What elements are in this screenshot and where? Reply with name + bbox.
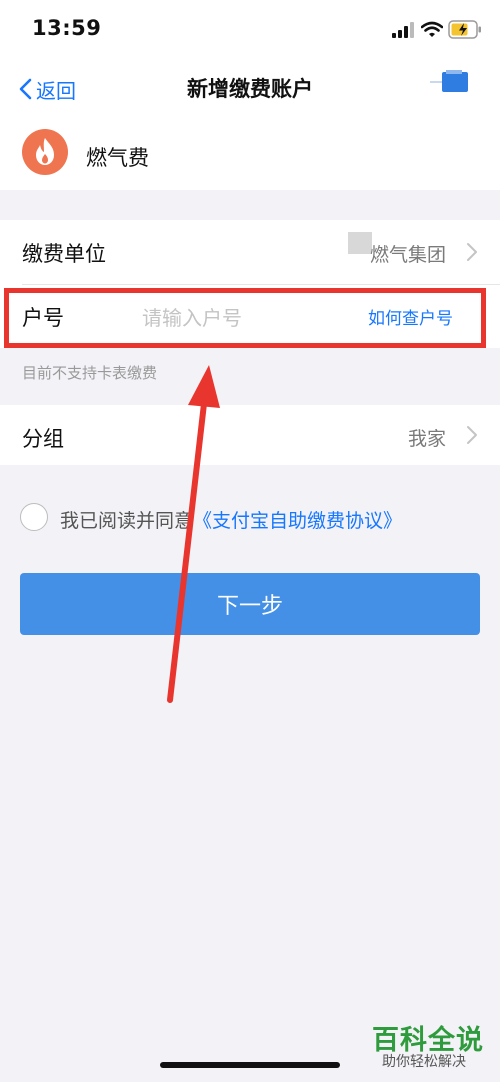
card-meter-hint: 目前不支持卡表缴费 xyxy=(22,364,158,382)
chevron-right-icon xyxy=(467,426,477,444)
status-time: 13:59 xyxy=(32,16,102,40)
next-button[interactable]: 下一步 xyxy=(20,573,480,635)
biller-name: 燃气费 xyxy=(86,146,149,170)
watermark-subtitle: 助你轻松解决 xyxy=(382,1054,466,1070)
agreement-checkbox[interactable] xyxy=(20,503,48,531)
unit-label: 缴费单位 xyxy=(22,242,106,266)
agreement-prefix: 我已阅读并同意 xyxy=(60,510,194,532)
agreement-text: 我已阅读并同意《支付宝自助缴费协议》 xyxy=(60,506,402,533)
chevron-right-icon xyxy=(467,243,477,261)
flame-icon xyxy=(36,138,54,165)
group-label: 分组 xyxy=(22,427,64,451)
more-options-icon[interactable] xyxy=(428,68,470,96)
page-title: 新增缴费账户 xyxy=(187,77,313,101)
agreement-link[interactable]: 《支付宝自助缴费协议》 xyxy=(193,510,402,532)
unit-logo-placeholder xyxy=(348,232,372,254)
home-indicator[interactable] xyxy=(160,1062,340,1068)
wifi-icon xyxy=(421,21,443,37)
signal-icon xyxy=(392,22,414,38)
unit-value[interactable]: 燃气集团 xyxy=(370,240,446,267)
battery-charging-icon xyxy=(448,20,481,39)
highlight-box xyxy=(4,288,486,348)
gas-logo xyxy=(22,129,68,175)
group-value: 我家 xyxy=(408,428,447,450)
biller-header xyxy=(0,120,500,190)
divider xyxy=(22,284,500,285)
